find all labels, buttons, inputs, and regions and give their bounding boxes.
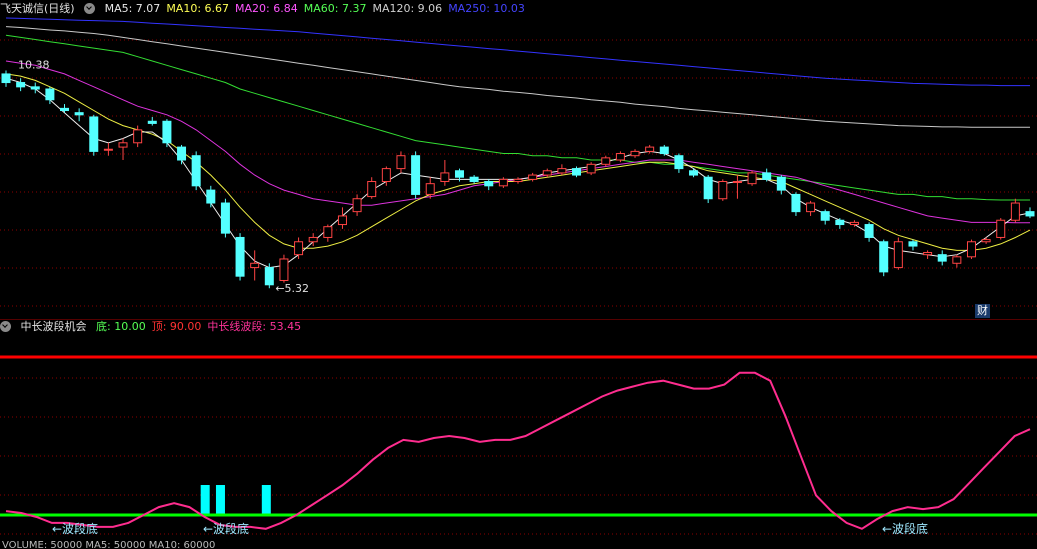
signal-bar bbox=[200, 485, 210, 515]
wave-indicator-chart[interactable]: ←波段底 ←波段底 ←波段底 bbox=[0, 0, 1037, 549]
signal-bar bbox=[261, 485, 271, 515]
wave-bottom-label: ←波段底 bbox=[52, 521, 98, 536]
volume-legend: VOLUME: 50000 MA5: 50000 MA10: 60000 bbox=[2, 541, 216, 549]
wave-line bbox=[5, 371, 1031, 530]
wave-bottom-label: ←波段底 bbox=[203, 521, 249, 536]
signal-bar bbox=[215, 485, 225, 515]
wave-bottom-label: ←波段底 bbox=[882, 521, 928, 536]
